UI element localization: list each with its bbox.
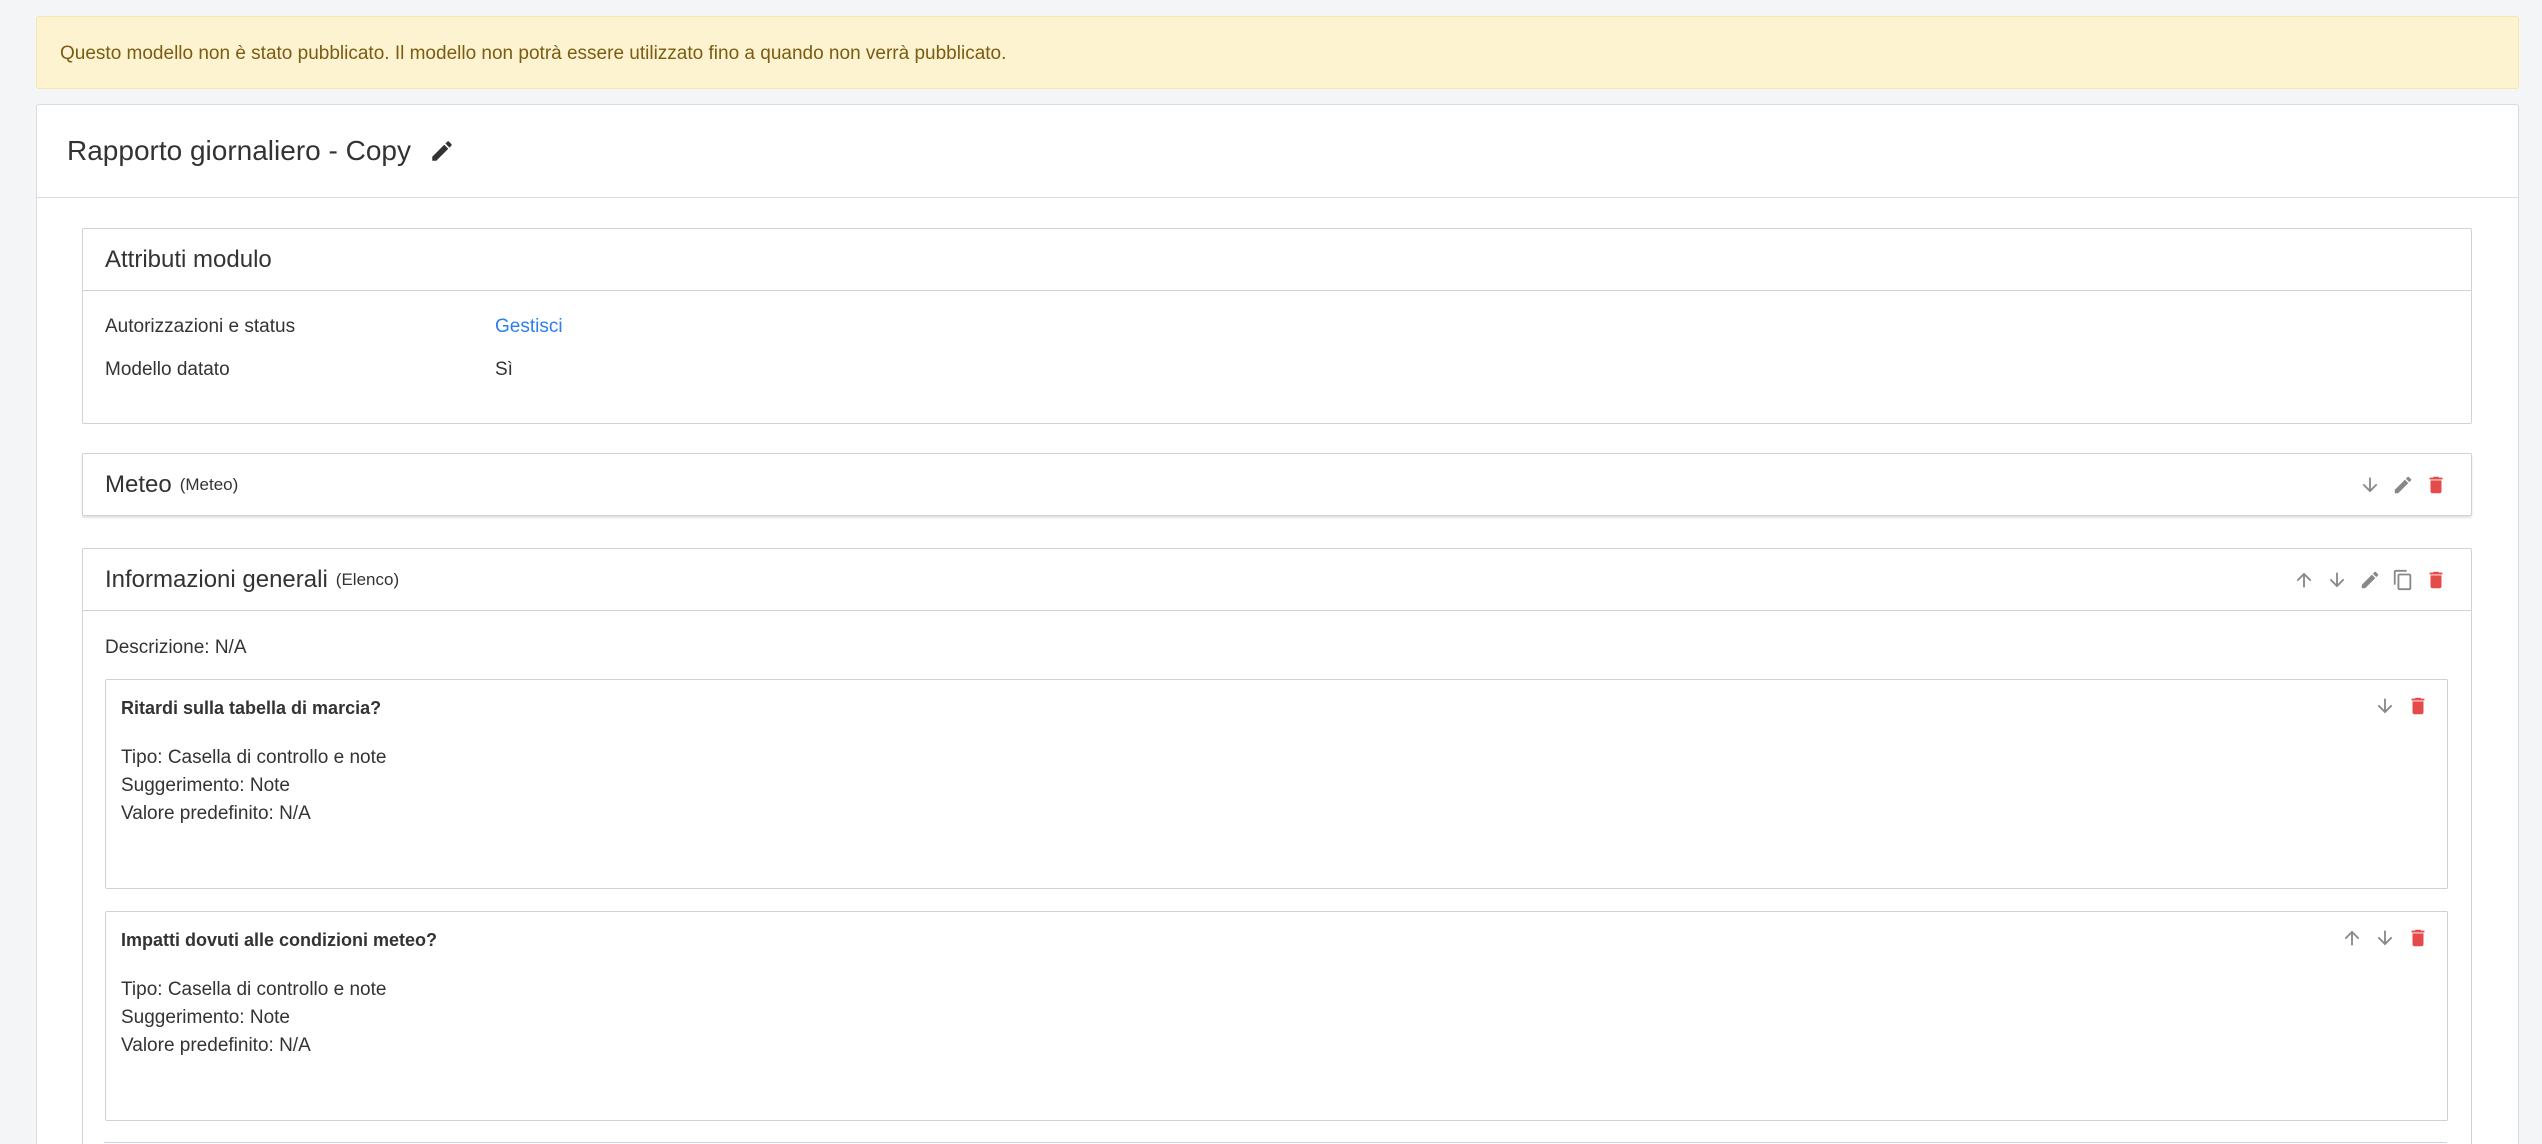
template-header: Rapporto giornaliero - Copy <box>37 105 2518 198</box>
section-general-info-header: Informazioni generali (Elenco) <box>83 549 2471 611</box>
question-type: Tipo: Casella di controllo e note <box>121 979 387 1000</box>
question-card: Impatti dovuti alle condizioni meteo? Ti… <box>105 911 2448 1121</box>
section-description: Descrizione: N/A <box>105 637 247 658</box>
arrow-down-icon[interactable] <box>2373 694 2396 717</box>
section-general-info: Informazioni generali (Elenco) Descrizio… <box>82 548 2472 1144</box>
arrow-down-icon[interactable] <box>2373 926 2396 949</box>
question-card: Ritardi sulla tabella di marcia? Tipo: C… <box>105 679 2448 889</box>
section-title: Informazioni generali <box>105 565 328 593</box>
form-attributes-panel: Attributi modulo Autorizzazioni e status… <box>82 228 2472 424</box>
template-card: Rapporto giornaliero - Copy Attributi mo… <box>36 104 2519 1144</box>
section-type: (Elenco) <box>335 569 400 589</box>
arrow-down-icon[interactable] <box>2358 474 2381 497</box>
arrow-down-icon[interactable] <box>2325 569 2348 592</box>
section-type: (Meteo) <box>179 475 239 494</box>
unpublished-alert: Questo modello non è stato pubblicato. I… <box>36 16 2519 89</box>
trash-icon[interactable] <box>2424 569 2447 592</box>
trash-icon[interactable] <box>2406 694 2429 717</box>
question-type: Tipo: Casella di controllo e note <box>121 747 387 768</box>
question-default: Valore predefinito: N/A <box>121 1035 311 1056</box>
form-attributes-header: Attributi modulo <box>83 229 2471 291</box>
question-default: Valore predefinito: N/A <box>121 803 311 824</box>
question-actions <box>2340 926 2429 949</box>
edit-title-icon[interactable] <box>429 137 457 165</box>
edit-icon[interactable] <box>2391 474 2414 497</box>
question-actions <box>2373 694 2429 717</box>
copy-icon[interactable] <box>2391 569 2414 592</box>
template-title: Rapporto giornaliero - Copy <box>67 135 411 166</box>
dated-template-value: Sì <box>495 359 513 380</box>
trash-icon[interactable] <box>2406 926 2429 949</box>
permissions-label: Autorizzazioni e status <box>105 316 296 337</box>
question-title: Ritardi sulla tabella di marcia? <box>121 698 382 718</box>
question-title: Impatti dovuti alle condizioni meteo? <box>121 930 438 950</box>
section-actions <box>2358 454 2447 516</box>
arrow-up-icon[interactable] <box>2340 926 2363 949</box>
section-meteo: Meteo (Meteo) <box>82 453 2472 516</box>
question-hint: Suggerimento: Note <box>121 1007 290 1028</box>
question-hint: Suggerimento: Note <box>121 775 290 796</box>
manage-permissions-link[interactable]: Gestisci <box>495 316 563 338</box>
dated-template-label: Modello datato <box>105 359 230 380</box>
arrow-up-icon[interactable] <box>2292 569 2315 592</box>
section-meteo-header: Meteo (Meteo) <box>83 454 2471 516</box>
section-title: Meteo <box>105 471 172 498</box>
section-actions <box>2292 549 2447 611</box>
trash-icon[interactable] <box>2424 474 2447 497</box>
form-attributes-title: Attributi modulo <box>105 245 272 273</box>
edit-icon[interactable] <box>2358 569 2381 592</box>
